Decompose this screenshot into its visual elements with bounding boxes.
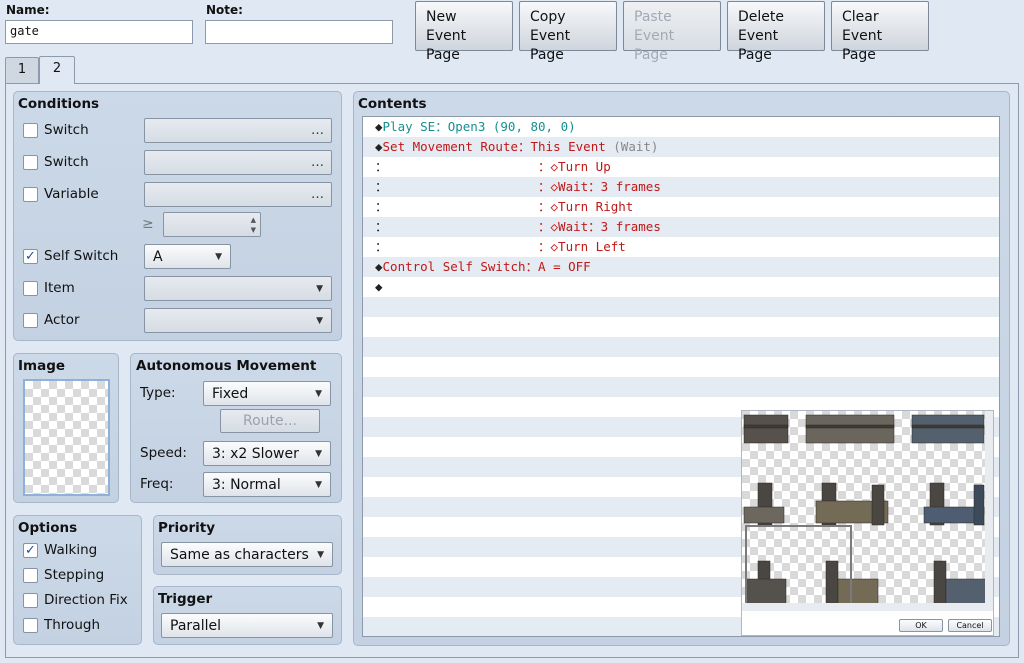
command-text: Control Self Switch：A = OFF	[382, 259, 591, 274]
command-bullet: ：	[375, 219, 388, 234]
clear-event-page-button[interactable]: Clear Event Page	[831, 1, 929, 63]
direction-fix-checkbox[interactable]: Direction Fix	[23, 592, 128, 608]
speed-label: Speed:	[140, 445, 187, 461]
item-checkbox[interactable]: Item	[23, 280, 75, 296]
command-extra: (Wait)	[605, 139, 659, 154]
item-select[interactable]: ▼	[144, 276, 332, 301]
command-line[interactable]: ： ：◇Turn Right	[363, 197, 999, 217]
contents-title: Contents	[358, 96, 427, 112]
note-label: Note:	[206, 3, 243, 17]
copy-event-page-button[interactable]: Copy Event Page	[519, 1, 617, 63]
variable-value-spinner[interactable]: ▲ ▼	[163, 212, 261, 237]
command-line[interactable]: ： ：◇Turn Left	[363, 237, 999, 257]
command-line[interactable]: ： ：◇Turn Up	[363, 157, 999, 177]
switch2-selector[interactable]: …	[144, 150, 332, 175]
command-bullet: ◆	[375, 139, 383, 154]
command-line[interactable]: ◆Play SE：Open3 (90, 80, 0)	[363, 117, 999, 137]
trigger-select[interactable]: Parallel ▼	[161, 613, 333, 638]
name-label: Name:	[6, 3, 50, 17]
chevron-down-icon: ▼	[317, 620, 324, 631]
actor-checkbox[interactable]: Actor	[23, 312, 80, 328]
event-image-preview[interactable]	[23, 379, 110, 496]
command-text: ：◇Turn Up	[387, 159, 611, 174]
command-bullet: ◆	[375, 259, 383, 274]
movement-group: Autonomous Movement Type: Fixed ▼ Route..…	[130, 353, 342, 503]
command-text: ：◇Wait：3 frames	[387, 179, 661, 194]
image-group: Image	[13, 353, 119, 503]
command-text: ：◇Turn Left	[387, 239, 626, 254]
freq-select[interactable]: 3: Normal ▼	[203, 472, 331, 497]
command-line[interactable]: ： ：◇Wait：3 frames	[363, 217, 999, 237]
switch1-checkbox[interactable]: Switch	[23, 122, 89, 138]
gte-symbol: ≥	[142, 216, 154, 232]
command-bullet: ：	[375, 179, 388, 194]
tab-page-2[interactable]: 2	[39, 56, 75, 84]
command-bullet: ◆	[375, 119, 383, 134]
command-bullet: ：	[375, 239, 388, 254]
command-text: ：◇Turn Right	[387, 199, 634, 214]
options-group: Options ✓ Walking Stepping Direction Fix …	[13, 515, 142, 645]
movement-type-select[interactable]: Fixed ▼	[203, 381, 331, 406]
variable-checkbox[interactable]: Variable	[23, 186, 99, 202]
chevron-down-icon: ▼	[317, 549, 324, 560]
speed-select[interactable]: 3: x2 Slower ▼	[203, 441, 331, 466]
chevron-down-icon: ▼	[215, 251, 222, 262]
chevron-down-icon: ▼	[316, 315, 323, 326]
tile-picker-window: OK Cancel	[741, 410, 994, 636]
freq-label: Freq:	[140, 476, 174, 492]
priority-group: Priority Same as characters ▼	[153, 515, 342, 575]
name-input[interactable]: gate	[5, 20, 193, 44]
command-line[interactable]: ◆Set Movement Route：This Event (Wait)	[363, 137, 999, 157]
type-label: Type:	[140, 385, 176, 401]
chevron-down-icon: ▼	[315, 448, 322, 459]
conditions-title: Conditions	[18, 96, 100, 112]
command-line[interactable]: ： ：◇Wait：3 frames	[363, 177, 999, 197]
tile-ok-button[interactable]: OK	[899, 619, 943, 632]
command-text: Play SE：Open3 (90, 80, 0)	[382, 119, 576, 134]
tileset-preview[interactable]	[742, 411, 993, 611]
variable-selector[interactable]: …	[144, 182, 332, 207]
command-lines: ◆Play SE：Open3 (90, 80, 0) ◆Set Movement …	[363, 117, 999, 297]
paste-event-page-button[interactable]: Paste Event Page	[623, 1, 721, 63]
trigger-title: Trigger	[158, 591, 213, 607]
command-bullet: ：	[375, 199, 388, 214]
chevron-down-icon: ▼	[316, 283, 323, 294]
walking-checkbox[interactable]: ✓ Walking	[23, 542, 97, 558]
route-button[interactable]: Route...	[220, 409, 320, 433]
stepping-checkbox[interactable]: Stepping	[23, 567, 104, 583]
command-text: Set Movement Route：This Event	[382, 139, 606, 154]
command-line[interactable]: ◆Control Self Switch：A = OFF	[363, 257, 999, 277]
new-event-page-button[interactable]: New Event Page	[415, 1, 513, 63]
note-input[interactable]	[205, 20, 393, 44]
command-bullet: ：	[375, 159, 388, 174]
delete-event-page-button[interactable]: Delete Event Page	[727, 1, 825, 63]
command-line[interactable]: ◆	[363, 277, 999, 297]
tab-page-1[interactable]: 1	[5, 57, 39, 83]
options-title: Options	[18, 520, 78, 536]
chevron-down-icon: ▼	[315, 388, 322, 399]
image-title: Image	[18, 358, 66, 374]
priority-select[interactable]: Same as characters ▼	[161, 542, 333, 567]
movement-title: Autonomous Movement	[136, 358, 317, 374]
tile-cancel-button[interactable]: Cancel	[948, 619, 992, 632]
command-bullet: ◆	[375, 279, 383, 294]
self-switch-select[interactable]: A ▼	[144, 244, 231, 269]
trigger-group: Trigger Parallel ▼	[153, 586, 342, 645]
command-text: ：◇Wait：3 frames	[387, 219, 661, 234]
through-checkbox[interactable]: Through	[23, 617, 100, 633]
switch2-checkbox[interactable]: Switch	[23, 154, 89, 170]
priority-title: Priority	[158, 520, 215, 536]
actor-select[interactable]: ▼	[144, 308, 332, 333]
conditions-group: Conditions Switch … Switch … Variable … …	[13, 91, 342, 341]
switch1-selector[interactable]: …	[144, 118, 332, 143]
self-switch-checkbox[interactable]: ✓ Self Switch	[23, 248, 118, 264]
spinner-arrows-icon[interactable]: ▲ ▼	[251, 215, 260, 235]
chevron-down-icon: ▼	[315, 479, 322, 490]
